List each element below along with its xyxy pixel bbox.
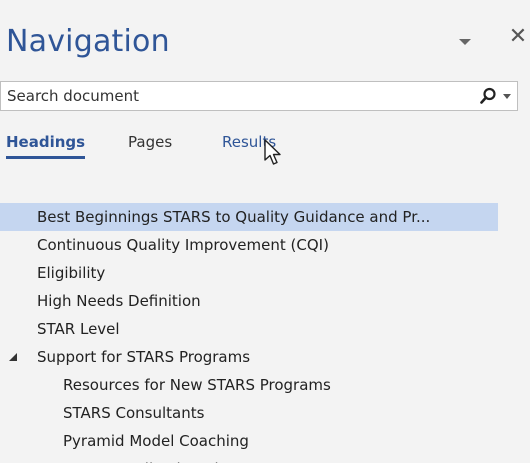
chevron-down-icon xyxy=(503,94,511,99)
heading-label: High Needs Definition xyxy=(37,292,201,310)
heading-item[interactable]: Resources for New STARS Programs xyxy=(0,371,530,399)
heading-item[interactable]: Eligibility xyxy=(0,259,530,287)
heading-label: STARS Application Changes xyxy=(63,455,269,463)
close-button[interactable]: ✕ xyxy=(508,26,528,48)
heading-label: Best Beginnings STARS to Quality Guidanc… xyxy=(37,208,431,226)
active-tab-indicator xyxy=(6,156,86,159)
heading-label: Support for STARS Programs xyxy=(37,348,251,366)
search-icon[interactable] xyxy=(479,87,497,105)
mouse-pointer-icon xyxy=(264,139,281,165)
search-input[interactable] xyxy=(7,86,447,106)
heading-label: STAR Level xyxy=(37,320,120,338)
tab-label: Pages xyxy=(128,133,173,151)
headings-tree: Best Beginnings STARS to Quality Guidanc… xyxy=(0,203,530,463)
pane-options-button[interactable] xyxy=(457,36,473,48)
heading-label: Pyramid Model Coaching xyxy=(63,432,249,450)
heading-item[interactable]: STARS Consultants xyxy=(0,399,530,427)
heading-item[interactable]: Support for STARS Programs xyxy=(0,343,530,371)
search-options-button[interactable] xyxy=(501,91,513,101)
heading-item[interactable]: High Needs Definition xyxy=(0,287,530,315)
collapse-triangle-icon[interactable] xyxy=(9,353,17,361)
chevron-down-icon xyxy=(459,39,471,45)
tab-pages[interactable]: Pages xyxy=(128,131,172,153)
tab-label: Headings xyxy=(6,133,86,151)
heading-item[interactable]: Pyramid Model Coaching xyxy=(0,427,530,455)
heading-label: Resources for New STARS Programs xyxy=(63,376,331,394)
pane-title: Navigation xyxy=(6,24,170,59)
close-icon: ✕ xyxy=(508,24,528,49)
heading-label: Continuous Quality Improvement (CQI) xyxy=(37,236,329,254)
heading-item[interactable]: Continuous Quality Improvement (CQI) xyxy=(0,231,530,259)
navigation-pane: Navigation ✕ Headings Pages Results xyxy=(0,0,530,463)
heading-item[interactable]: Best Beginnings STARS to Quality Guidanc… xyxy=(0,203,498,231)
tab-headings[interactable]: Headings xyxy=(6,131,86,159)
heading-item[interactable]: STARS Application Changes xyxy=(0,455,530,463)
search-box xyxy=(0,81,518,111)
heading-item[interactable]: STAR Level xyxy=(0,315,530,343)
heading-label: STARS Consultants xyxy=(63,404,205,422)
heading-label: Eligibility xyxy=(37,264,106,282)
